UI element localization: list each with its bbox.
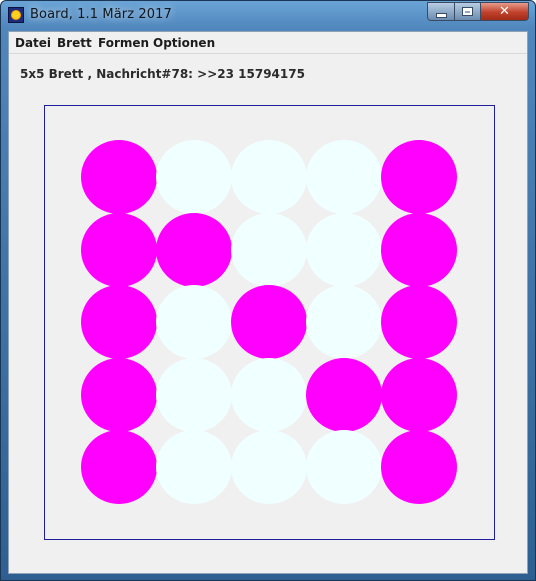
board-cell-r4-c3[interactable] [231, 357, 307, 432]
board-cell-r1-c2[interactable] [156, 140, 232, 214]
app-window: Board, 1.1 März 2017 ✕ Datei Brett Forme… [0, 0, 536, 581]
client-area: Datei Brett Formen Optionen 5x5 Brett , … [8, 31, 528, 574]
close-icon: ✕ [499, 4, 510, 19]
board-cell-r5-c3[interactable] [231, 430, 307, 504]
close-button[interactable]: ✕ [480, 2, 529, 21]
board-cell-r5-c5[interactable] [381, 430, 457, 504]
board-cell-r4-c5[interactable] [381, 357, 457, 432]
maximize-button[interactable] [454, 2, 481, 21]
menu-datei[interactable]: Datei [15, 36, 51, 50]
board-cell-r3-c4[interactable] [306, 285, 382, 359]
board-frame [44, 105, 495, 540]
board-cell-r4-c4[interactable] [306, 357, 382, 432]
menu-formen[interactable]: Formen [98, 36, 149, 50]
status-message: 5x5 Brett , Nachricht#78: >>23 15794175 [20, 67, 305, 81]
maximize-icon [462, 7, 473, 16]
window-title: Board, 1.1 März 2017 [30, 7, 172, 22]
board-cell-r2-c2[interactable] [156, 212, 232, 287]
board-cell-r5-c1[interactable] [81, 430, 157, 504]
board-cell-r1-c3[interactable] [231, 140, 307, 214]
board-cell-r2-c1[interactable] [81, 212, 157, 287]
sun-icon [12, 11, 20, 19]
board-cell-r1-c4[interactable] [306, 140, 382, 214]
board-cell-r3-c3[interactable] [231, 285, 307, 359]
minimize-button[interactable] [427, 2, 455, 21]
board-cell-r2-c5[interactable] [381, 212, 457, 287]
board-cell-r4-c1[interactable] [81, 357, 157, 432]
board-cell-r5-c2[interactable] [156, 430, 232, 504]
board-cell-r1-c5[interactable] [381, 140, 457, 214]
board-grid[interactable] [45, 106, 494, 539]
board-cell-r3-c1[interactable] [81, 285, 157, 359]
board-cell-r2-c3[interactable] [231, 212, 307, 287]
board-cell-r5-c4[interactable] [306, 430, 382, 504]
app-icon[interactable] [8, 7, 24, 23]
menu-optionen[interactable]: Optionen [153, 36, 215, 50]
menu-bar: Datei Brett Formen Optionen [9, 32, 527, 54]
board-cell-r1-c1[interactable] [81, 140, 157, 214]
board-cell-r3-c5[interactable] [381, 285, 457, 359]
title-bar[interactable]: Board, 1.1 März 2017 ✕ [1, 1, 535, 31]
minimize-icon [435, 12, 447, 18]
board-cell-r3-c2[interactable] [156, 285, 232, 359]
board-cell-r4-c2[interactable] [156, 357, 232, 432]
menu-brett[interactable]: Brett [57, 36, 92, 50]
board-cell-r2-c4[interactable] [306, 212, 382, 287]
